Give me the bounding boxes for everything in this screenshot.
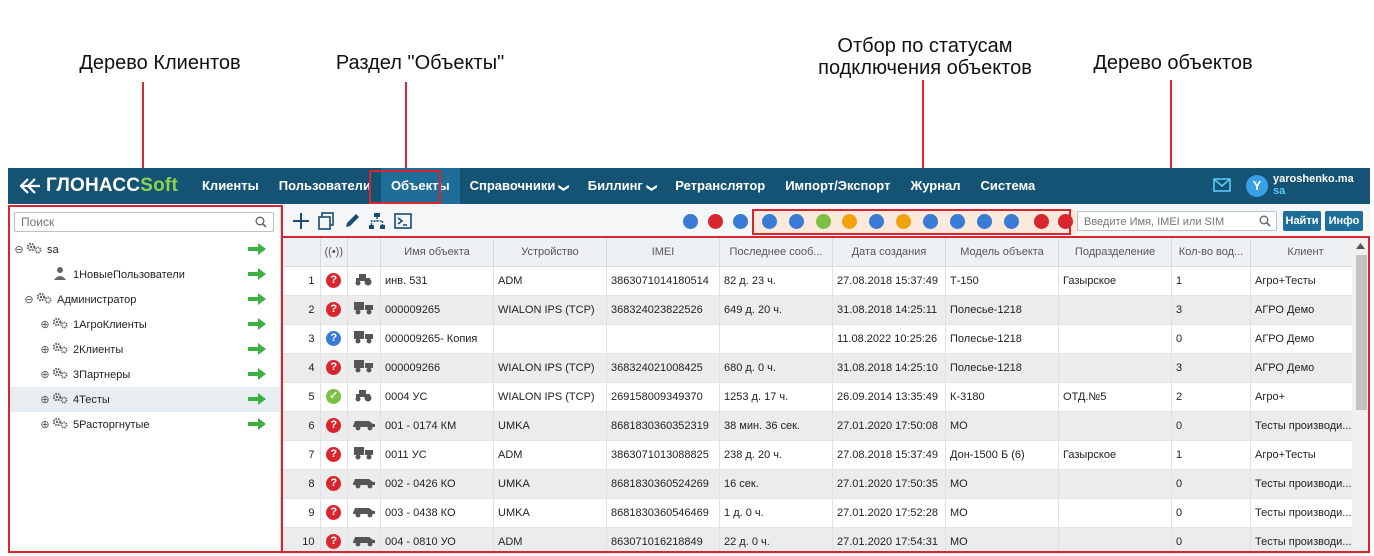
filter-keyboard-icon[interactable] <box>733 214 748 229</box>
add-icon[interactable] <box>292 212 310 230</box>
annotation-box-objects-tab <box>369 170 441 204</box>
nav-item-7[interactable]: Журнал <box>900 168 970 204</box>
nav-item-label: Система <box>980 178 1036 193</box>
nav-item-5[interactable]: Ретранслятор <box>665 168 775 204</box>
mail-icon[interactable] <box>1213 178 1231 192</box>
info-button[interactable]: Инфо <box>1325 211 1363 231</box>
find-button[interactable]: Найти <box>1283 211 1321 231</box>
nav-item-4[interactable]: Биллинг ❯ <box>578 168 666 204</box>
user-name: yaroshenko.ma <box>1273 173 1354 185</box>
top-navigation: ГЛОНАСС Soft Клиенты Пользователи Объекты Сп… <box>8 168 1370 204</box>
object-search <box>1077 211 1277 231</box>
avatar[interactable]: Y <box>1246 175 1268 197</box>
brand-accent: Soft <box>140 175 178 196</box>
nav-item-8[interactable]: Система <box>971 168 1046 204</box>
chevron-down-icon: ❯ <box>646 183 658 193</box>
brand-logo[interactable]: ГЛОНАСС Soft <box>18 174 178 198</box>
hierarchy-icon[interactable] <box>368 212 386 230</box>
filter-blocked-icon[interactable] <box>708 214 723 229</box>
caption-client-tree: Дерево Клиентов <box>79 52 241 74</box>
nav-item-label: Ретранслятор <box>675 178 766 193</box>
main-menu: Клиенты Пользователи Объекты Справочники ❯ Би… <box>192 168 1045 204</box>
annotation-line-objects <box>405 82 407 170</box>
nav-item-6[interactable]: Импорт/Экспорт <box>775 168 900 204</box>
user-info[interactable]: yaroshenko.ma sa <box>1273 173 1354 197</box>
nav-item-label: Журнал <box>910 178 961 193</box>
caption-status-filter-2: подключения объектов <box>818 57 1032 79</box>
nav-item-3[interactable]: Справочники ❯ <box>460 168 578 204</box>
annotation-box-status-filter <box>752 209 1071 235</box>
filter-unknown-icon[interactable] <box>683 214 698 229</box>
nav-item-label: Справочники <box>469 178 556 193</box>
search-icon[interactable] <box>1259 215 1271 227</box>
annotation-box-client-tree <box>8 205 283 553</box>
caption-object-tree: Дерево объектов <box>1093 52 1253 74</box>
nav-item-0[interactable]: Клиенты <box>192 168 269 204</box>
nav-item-label: Импорт/Экспорт <box>785 178 891 193</box>
nav-item-label: Клиенты <box>202 178 259 193</box>
caption-status-filter-1: Отбор по статусам <box>837 35 1013 57</box>
nav-item-label: Пользователи <box>278 178 371 193</box>
terminal-icon[interactable] <box>394 212 412 230</box>
glonass-logo-icon <box>20 178 40 194</box>
copy-icon[interactable] <box>317 212 335 230</box>
user-role: sa <box>1273 185 1286 197</box>
brand-text: ГЛОНАСС <box>46 175 141 196</box>
edit-icon[interactable] <box>343 212 361 230</box>
caption-objects-section: Раздел "Объекты" <box>335 52 505 74</box>
nav-item-1[interactable]: Пользователи <box>269 168 381 204</box>
annotation-box-object-tree <box>281 236 1370 553</box>
chevron-down-icon: ❯ <box>558 183 570 193</box>
object-search-input[interactable] <box>1078 213 1258 231</box>
annotated-screenshot: Дерево Клиентов Раздел "Объекты" Отбор п… <box>0 0 1374 556</box>
